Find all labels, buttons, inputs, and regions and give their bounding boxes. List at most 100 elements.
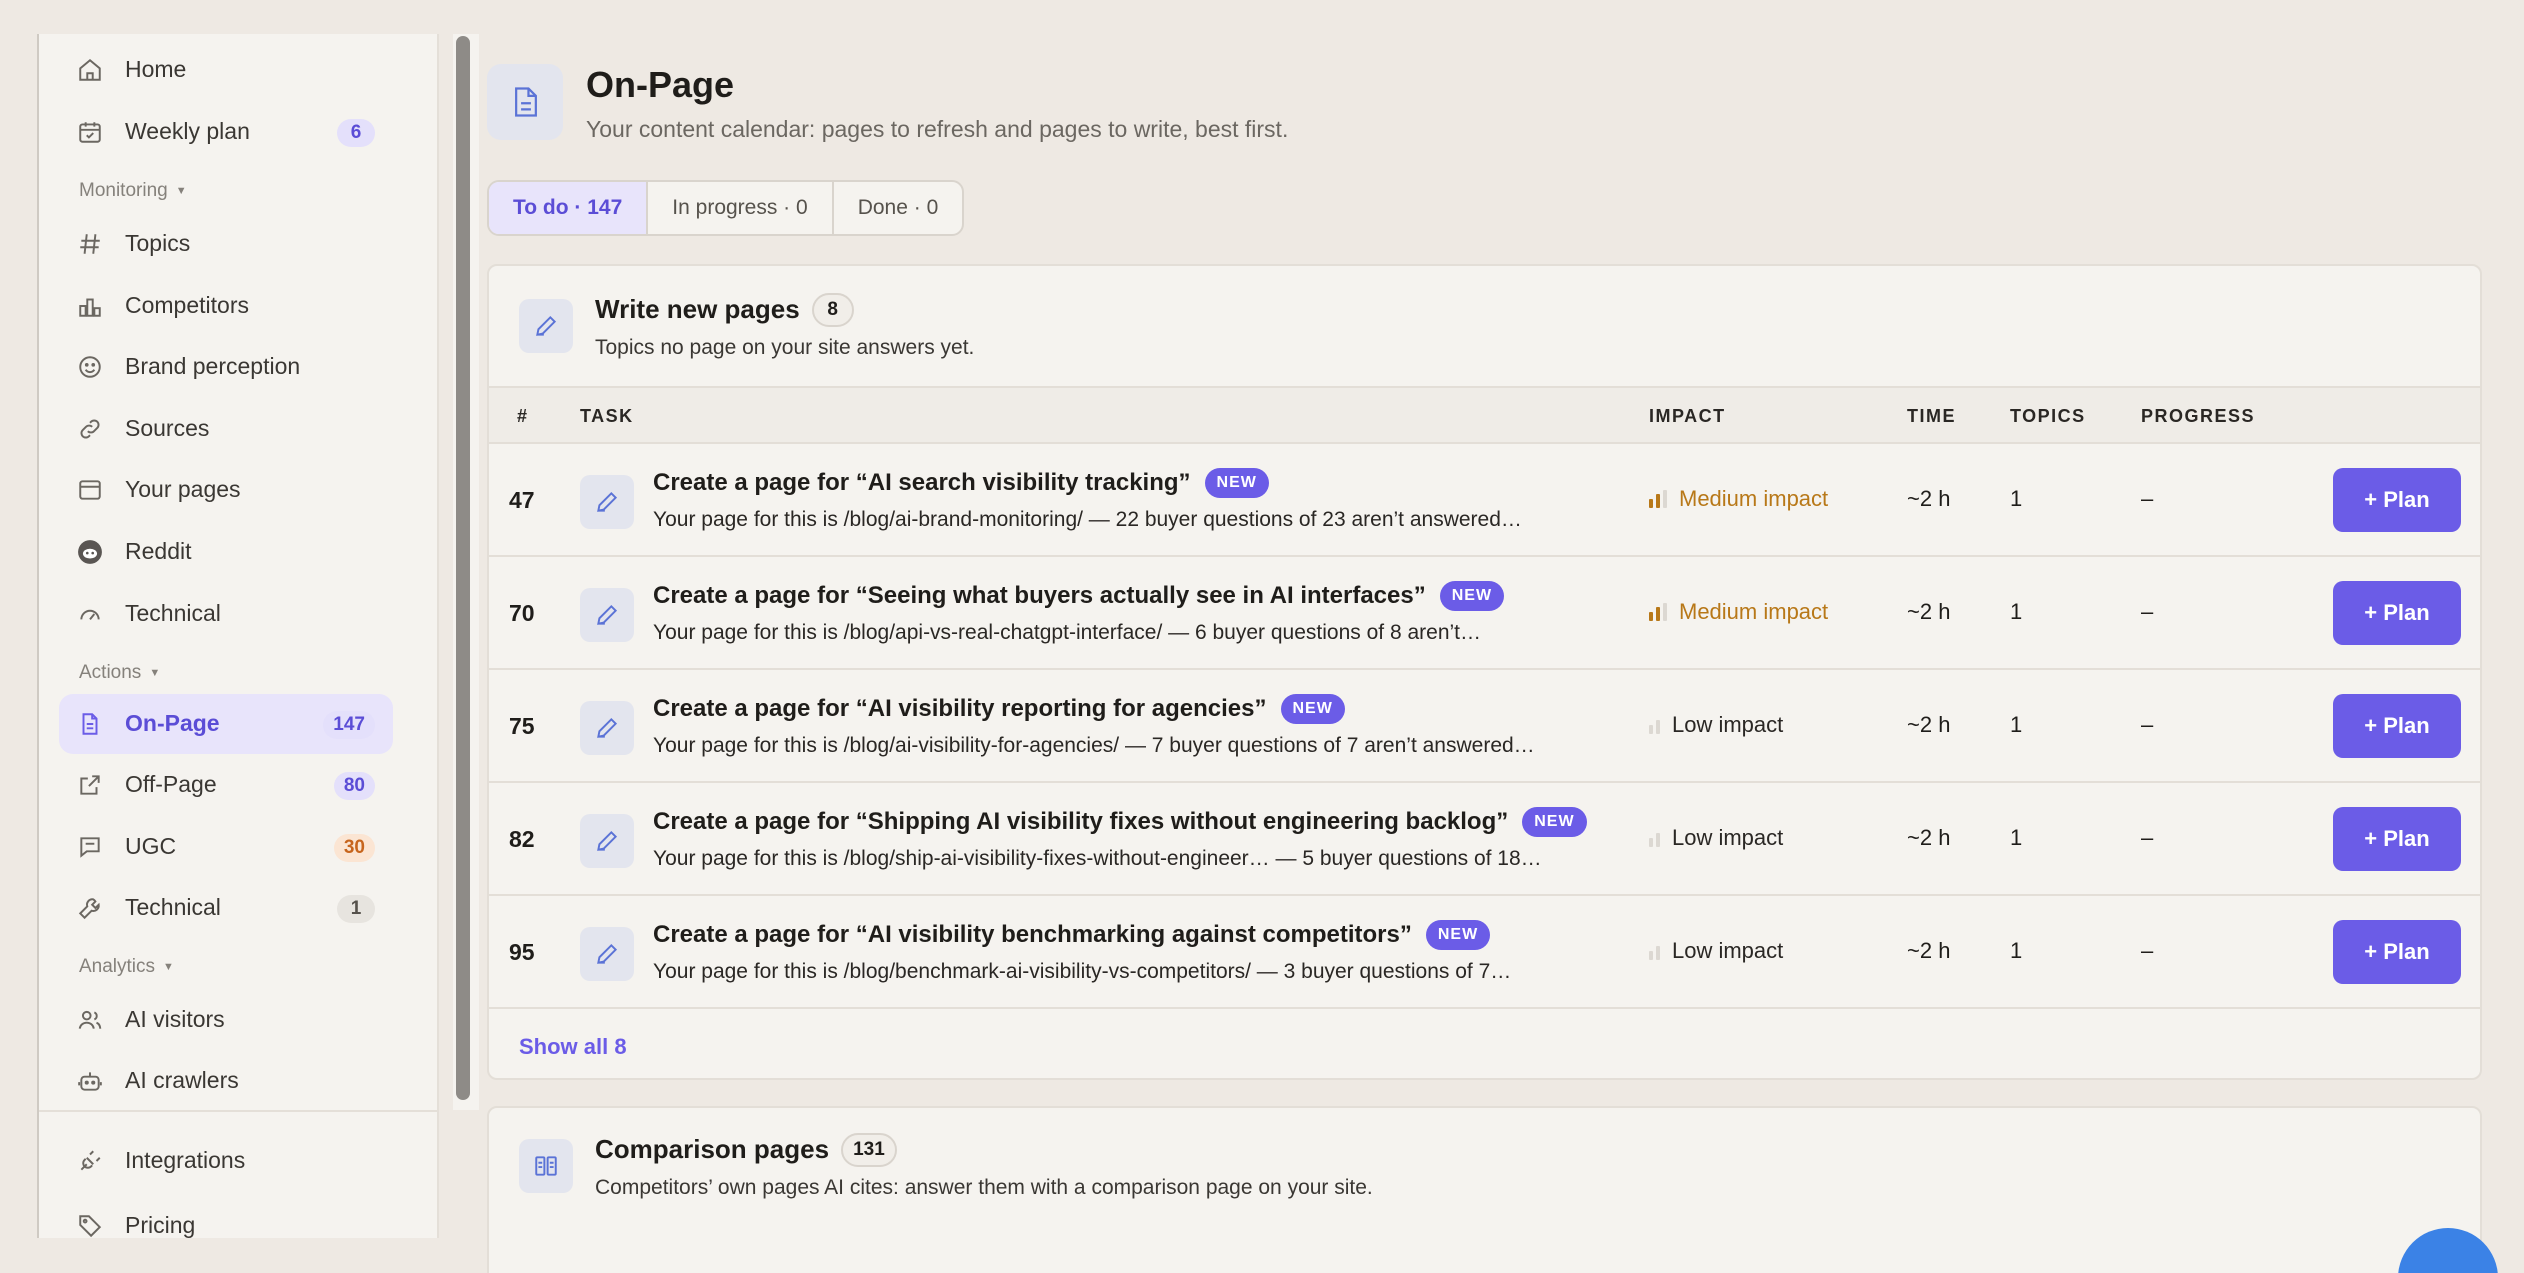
tab-to-do[interactable]: To do · 147 — [489, 182, 649, 234]
task-title[interactable]: Create a page for “Seeing what buyers ac… — [653, 581, 1505, 611]
external-link-icon — [77, 772, 103, 798]
count-badge: 147 — [323, 711, 375, 739]
sidebar-item-integrations[interactable]: Integrations — [59, 1131, 393, 1191]
topics-count: 1 — [2010, 599, 2023, 624]
column-header-time: TIME — [1907, 406, 1956, 426]
row-number: 70 — [509, 600, 535, 626]
hash-icon — [77, 231, 103, 257]
sidebar-item-sources[interactable]: Sources — [59, 399, 393, 459]
time-estimate: ~2 h — [1907, 486, 1951, 511]
page-icon — [487, 64, 563, 140]
new-badge: NEW — [1439, 581, 1505, 611]
task-description: Your page for this is /blog/api-vs-real-… — [653, 621, 1481, 644]
count-badge: 131 — [841, 1133, 897, 1167]
sidebar-item-label: Weekly plan — [125, 118, 250, 144]
progress-value: – — [2141, 599, 2154, 624]
link-icon — [77, 416, 103, 442]
chat-bubble-icon — [77, 834, 103, 860]
columns-compare-icon — [535, 1156, 557, 1176]
impact-bars-icon — [1649, 829, 1660, 847]
card-subtitle: Topics no page on your site answers yet. — [595, 336, 975, 359]
pencil-icon — [597, 943, 618, 964]
document-icon — [515, 87, 537, 117]
sidebar-item-technical-monitoring[interactable]: Technical — [59, 584, 393, 644]
new-badge: NEW — [1204, 468, 1269, 498]
sidebar-item-home[interactable]: Home — [59, 40, 393, 100]
plan-button[interactable]: + Plan — [2333, 581, 2461, 645]
column-header-num: # — [517, 406, 529, 426]
pencil-icon — [597, 491, 618, 512]
section-label: Analytics — [79, 956, 156, 977]
count-badge: 30 — [333, 834, 375, 862]
plan-button[interactable]: + Plan — [2333, 694, 2461, 758]
column-header-impact: IMPACT — [1649, 406, 1726, 426]
sidebar-item-ugc[interactable]: UGC 30 — [59, 817, 393, 877]
sidebar-item-brand-perception[interactable]: Brand perception — [59, 337, 393, 397]
tab-in-progress[interactable]: In progress · 0 — [648, 182, 834, 234]
column-header-topics: TOPICS — [2010, 406, 2086, 426]
section-analytics[interactable]: Analytics ▼ — [79, 956, 174, 978]
impact-bars-icon — [1649, 716, 1660, 734]
section-actions[interactable]: Actions ▼ — [79, 662, 160, 684]
sidebar-item-pricing[interactable]: Pricing — [59, 1196, 393, 1256]
window-edge — [0, 0, 38, 1273]
impact-label: Medium impact — [1679, 599, 1829, 624]
row-number: 95 — [509, 939, 535, 965]
sidebar-item-reddit[interactable]: Reddit — [59, 522, 393, 582]
sidebar-item-ai-visitors[interactable]: AI visitors — [59, 990, 393, 1050]
task-title[interactable]: Create a page for “Shipping AI visibilit… — [653, 807, 1587, 837]
smiley-icon — [77, 354, 103, 380]
section-monitoring[interactable]: Monitoring ▼ — [79, 180, 187, 202]
card-icon — [519, 299, 573, 353]
page-subtitle: Your content calendar: pages to refresh … — [586, 116, 1289, 142]
write-new-pages-card: Write new pages 8 Topics no page on your … — [487, 264, 2482, 1080]
table-row[interactable]: 82 Create a page for “Shipping AI visibi… — [489, 783, 2480, 896]
sidebar-item-on-page[interactable]: On-Page 147 — [59, 694, 393, 754]
plan-button[interactable]: + Plan — [2333, 920, 2461, 984]
card-title-text: Comparison pages — [595, 1134, 830, 1164]
sidebar-item-label: Technical — [125, 600, 221, 626]
sidebar-item-label: Reddit — [125, 538, 192, 564]
table-row[interactable]: 47 Create a page for “AI search visibili… — [489, 444, 2480, 557]
table-header: # TASK IMPACT TIME TOPICS PROGRESS — [489, 386, 2480, 444]
count-badge: 6 — [337, 119, 375, 147]
table-row[interactable]: 75 Create a page for “AI visibility repo… — [489, 670, 2480, 783]
sidebar-item-label: Technical — [125, 894, 221, 920]
sidebar-item-label: UGC — [125, 833, 177, 859]
task-description: Your page for this is /blog/ai-visibilit… — [653, 734, 1535, 757]
sidebar-item-weekly-plan[interactable]: Weekly plan 6 — [59, 102, 393, 162]
sidebar-item-label: Topics — [125, 230, 191, 256]
row-icon — [580, 927, 634, 981]
task-title-text: Create a page for “AI visibility benchma… — [653, 921, 1412, 948]
sidebar-item-technical-actions[interactable]: Technical 1 — [59, 878, 393, 938]
tab-done[interactable]: Done · 0 — [834, 182, 963, 234]
sidebar-item-off-page[interactable]: Off-Page 80 — [59, 755, 393, 815]
sidebar-item-label: Integrations — [125, 1147, 246, 1173]
impact-bars-icon — [1649, 490, 1667, 508]
sidebar-item-your-pages[interactable]: Your pages — [59, 460, 393, 520]
sidebar-item-topics[interactable]: Topics — [59, 214, 393, 274]
table-row[interactable]: 70 Create a page for “Seeing what buyers… — [489, 557, 2480, 670]
sidebar-item-label: AI crawlers — [125, 1067, 239, 1093]
sidebar-item-label: Your pages — [125, 476, 241, 502]
show-all-link[interactable]: Show all 8 — [519, 1034, 627, 1060]
task-title-text: Create a page for “Seeing what buyers ac… — [653, 582, 1426, 609]
task-description: Your page for this is /blog/ai-brand-mon… — [653, 508, 1522, 531]
task-title[interactable]: Create a page for “AI visibility benchma… — [653, 920, 1491, 950]
topics-count: 1 — [2010, 938, 2023, 963]
sidebar-item-label: Competitors — [125, 292, 249, 318]
plan-button[interactable]: + Plan — [2333, 807, 2461, 871]
table-row[interactable]: 95 Create a page for “AI visibility benc… — [489, 896, 2480, 1009]
plan-button[interactable]: + Plan — [2333, 468, 2461, 532]
sidebar-item-label: AI visitors — [125, 1006, 225, 1032]
page-title: On-Page — [586, 64, 735, 105]
progress-value: – — [2141, 486, 2154, 511]
sidebar-item-competitors[interactable]: Competitors — [59, 276, 393, 336]
sidebar-item-ai-crawlers[interactable]: AI crawlers — [59, 1051, 393, 1111]
bar-chart-icon — [77, 293, 103, 319]
task-title[interactable]: Create a page for “AI visibility reporti… — [653, 694, 1345, 724]
count-badge: 80 — [333, 772, 375, 800]
task-title[interactable]: Create a page for “AI search visibility … — [653, 468, 1269, 498]
row-number: 75 — [509, 713, 535, 739]
caret-down-icon: ▼ — [163, 961, 174, 973]
